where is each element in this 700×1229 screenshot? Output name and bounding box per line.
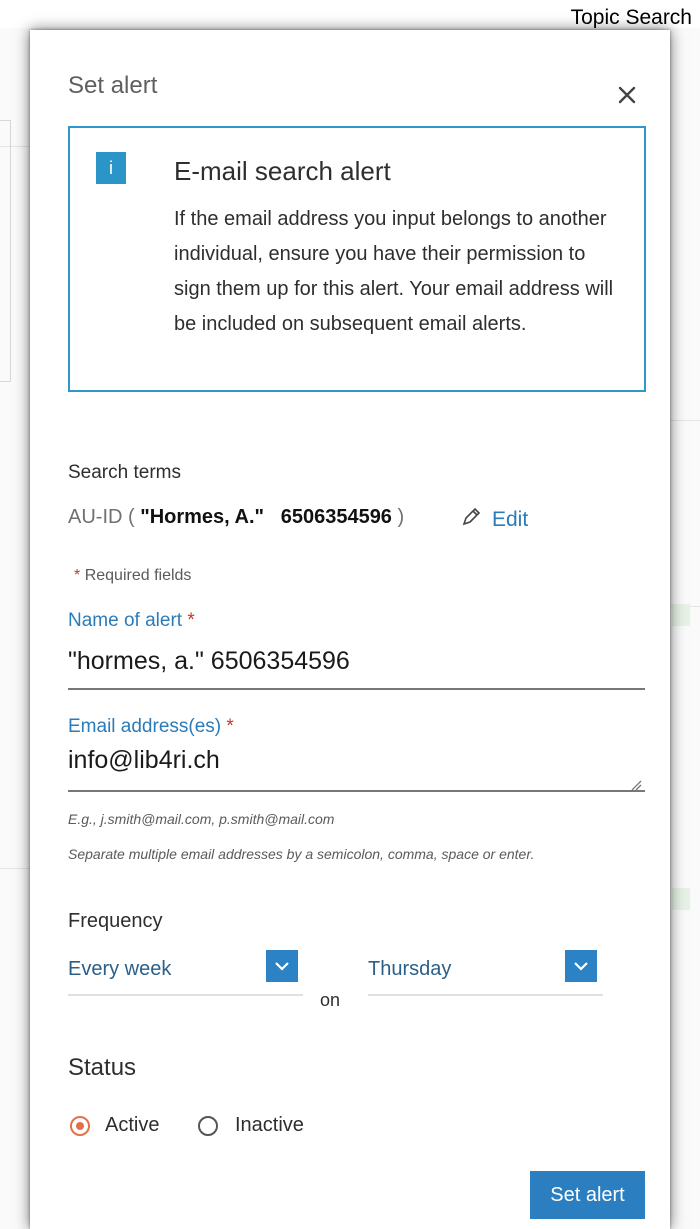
- radio-inactive-label[interactable]: Inactive: [235, 1114, 304, 1137]
- required-note-text: Required fields: [84, 567, 192, 584]
- background-divider: [670, 420, 700, 421]
- frequency-interval-value: Every week: [68, 958, 172, 980]
- info-icon: i: [96, 152, 126, 184]
- info-title: E-mail search alert: [174, 156, 391, 186]
- resize-grip-icon[interactable]: [630, 778, 642, 791]
- radio-active[interactable]: [70, 1116, 90, 1136]
- pencil-icon: [460, 506, 482, 534]
- email-hint-example: E.g., j.smith@mail.com, p.smith@mail.com: [68, 811, 335, 827]
- background-fragment: [0, 120, 11, 382]
- name-of-alert-underline: [68, 688, 645, 690]
- required-star: *: [226, 716, 234, 737]
- edit-link[interactable]: Edit: [460, 506, 528, 534]
- frequency-on-text: on: [320, 990, 341, 1010]
- email-label-text: Email address(es): [68, 716, 222, 737]
- name-of-alert-label-text: Name of alert: [68, 610, 183, 631]
- search-terms-prefix: AU-ID (: [68, 506, 141, 528]
- email-label: Email address(es) *: [68, 716, 234, 738]
- edit-label: Edit: [492, 508, 529, 531]
- search-terms-name: "Hormes, A.": [140, 506, 265, 528]
- set-alert-dialog: Set alert i E-mail search alert If the e…: [30, 30, 670, 1229]
- search-terms-value: AU-ID ( "Hormes, A." 6506354596 ): [68, 506, 404, 529]
- required-star: *: [187, 610, 195, 631]
- required-note: * Required fields: [74, 567, 191, 585]
- search-terms-id: 6506354596: [280, 506, 392, 528]
- background-divider: [0, 868, 30, 869]
- frequency-day-select[interactable]: Thursday: [368, 950, 603, 998]
- background-highlight: [672, 604, 690, 626]
- name-of-alert-input[interactable]: [68, 643, 638, 679]
- chevron-down-icon[interactable]: [565, 950, 597, 982]
- background-highlight: [672, 888, 690, 910]
- frequency-day-value: Thursday: [368, 958, 452, 980]
- dialog-title: Set alert: [68, 72, 158, 99]
- set-alert-button[interactable]: Set alert: [530, 1171, 645, 1219]
- required-star: *: [74, 567, 81, 584]
- frequency-interval-underline: [68, 994, 303, 996]
- info-text: If the email address you input belongs t…: [174, 208, 614, 335]
- info-box: i E-mail search alert If the email addre…: [68, 126, 646, 392]
- status-label: Status: [68, 1054, 137, 1081]
- chevron-down-icon[interactable]: [266, 950, 298, 982]
- search-terms-label: Search terms: [68, 462, 181, 483]
- frequency-day-underline: [368, 994, 603, 996]
- close-icon[interactable]: [614, 82, 640, 108]
- radio-active-label[interactable]: Active: [105, 1114, 159, 1137]
- email-underline: [68, 790, 645, 792]
- frequency-interval-select[interactable]: Every week: [68, 950, 303, 998]
- search-terms-suffix: ): [391, 506, 405, 528]
- email-input[interactable]: [68, 742, 628, 778]
- name-of-alert-label: Name of alert *: [68, 610, 195, 632]
- radio-inactive[interactable]: [198, 1116, 218, 1136]
- frequency-label: Frequency: [68, 910, 163, 932]
- corner-label: Topic Search: [570, 6, 692, 29]
- email-hint-separator: Separate multiple email addresses by a s…: [68, 846, 535, 862]
